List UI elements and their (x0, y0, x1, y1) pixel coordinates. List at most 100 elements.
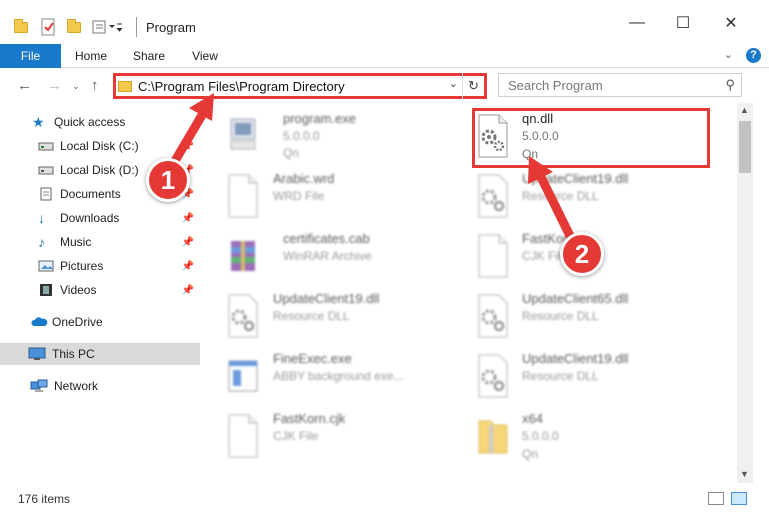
new-folder-icon[interactable] (67, 16, 81, 38)
pictures-icon (38, 259, 54, 273)
customize-toolbar-icon[interactable] (92, 16, 122, 38)
file-detail: Resource DLL (522, 369, 599, 383)
file-item[interactable]: FineExec.exe ABBY background exe... (225, 349, 470, 405)
sidebar-item-downloads[interactable]: ↓ Downloads 📌 (0, 207, 200, 229)
address-bar[interactable]: C:\Program Files\Program Directory ⌄ ↻ (113, 73, 487, 99)
large-icons-view-icon[interactable] (731, 492, 747, 505)
sidebar-item-quick-access[interactable]: ★ Quick access (0, 111, 200, 133)
expand-ribbon-icon[interactable]: ⌄ (724, 48, 733, 61)
forward-arrow-icon[interactable]: → (47, 77, 62, 94)
tab-share[interactable]: Share (124, 44, 174, 68)
network-icon (30, 379, 48, 393)
pin-icon[interactable]: 📌 (182, 237, 194, 248)
file-detail: WinRAR Archive (283, 249, 372, 263)
sidebar-item-this-pc[interactable]: This PC (0, 343, 200, 365)
sidebar-item-local-disk-c[interactable]: Local Disk (C:) 📌 (0, 135, 200, 157)
search-placeholder: Search Program (508, 78, 603, 93)
close-button[interactable]: ✕ (708, 8, 754, 38)
exe-window-icon (228, 360, 258, 392)
drive-icon (38, 163, 54, 177)
minimize-button[interactable]: — (614, 8, 660, 38)
file-item[interactable]: FastKorn.cjk CJK File (225, 409, 470, 465)
zip-folder-icon (478, 420, 508, 454)
sidebar-item-label: Local Disk (D:) (60, 163, 139, 177)
file-detail: CJK File (273, 429, 319, 443)
tab-view[interactable]: View (180, 44, 230, 68)
search-input[interactable]: Search Program ⚲ (498, 73, 742, 97)
sidebar-item-onedrive[interactable]: OneDrive (0, 311, 200, 333)
winrar-archive-icon (231, 241, 255, 271)
sidebar-item-label: Downloads (60, 211, 120, 225)
recent-locations-icon[interactable]: ⌄ (72, 81, 80, 92)
address-dropdown-icon[interactable]: ⌄ (449, 77, 458, 90)
maximize-button[interactable]: ☐ (660, 8, 706, 38)
pin-icon[interactable]: 📌 (182, 285, 194, 296)
title-bar: Program — ☐ ✕ (0, 0, 769, 44)
sidebar-item-label: This PC (52, 347, 95, 361)
dll-gear-icon (228, 294, 258, 338)
refresh-icon[interactable]: ↻ (462, 73, 484, 99)
folder-icon (14, 16, 28, 38)
dll-gear-icon (478, 294, 508, 338)
file-name: program.exe (283, 111, 356, 126)
pin-icon[interactable]: 📌 (182, 213, 194, 224)
file-detail: Qn (283, 146, 300, 160)
file-detail: ABBY background exe... (273, 369, 404, 383)
file-name: UpdateClient19.dll (522, 171, 629, 186)
file-name: certificates.cab (283, 231, 370, 246)
back-arrow-icon[interactable]: ← (17, 77, 32, 94)
file-name: x64 (522, 411, 543, 426)
address-path[interactable]: C:\Program Files\Program Directory (138, 79, 345, 94)
sidebar-item-network[interactable]: Network (0, 375, 200, 397)
file-item[interactable]: UpdateClient65.dll Resource DLL (475, 289, 720, 345)
title-divider (136, 17, 137, 37)
file-item[interactable]: UpdateClient19.dll Resource DLL (225, 289, 470, 345)
sidebar-item-label: Local Disk (C:) (60, 139, 139, 153)
file-detail: WRD File (273, 189, 325, 203)
file-detail: Resource DLL (522, 309, 599, 323)
properties-icon[interactable] (40, 16, 56, 38)
sidebar-item-label: Documents (60, 187, 121, 201)
item-count: 176 items (18, 492, 71, 506)
vertical-scrollbar[interactable]: ▲ ▼ (737, 103, 753, 483)
status-bar: 176 items (0, 486, 769, 520)
drive-icon (38, 139, 54, 153)
tab-file[interactable]: File (0, 44, 61, 68)
pin-icon[interactable]: 📌 (182, 261, 194, 272)
file-item[interactable]: UpdateClient19.dll Resource DLL (475, 169, 720, 225)
file-item[interactable]: Arabic.wrd WRD File (225, 169, 470, 225)
sidebar-item-pictures[interactable]: Pictures 📌 (0, 255, 200, 277)
file-detail: Qn (522, 447, 539, 461)
file-name: FastKorn.cjk (273, 411, 346, 426)
folder-icon (118, 80, 132, 92)
file-name: UpdateClient65.dll (522, 291, 629, 306)
up-arrow-icon[interactable]: ↑ (91, 77, 99, 94)
file-name: UpdateClient19.dll (273, 291, 380, 306)
file-name: FineExec.exe (273, 351, 352, 366)
computer-icon (28, 347, 46, 361)
scroll-up-icon[interactable]: ▲ (740, 105, 749, 115)
download-arrow-icon: ↓ (38, 210, 45, 226)
file-detail: 5.0.0.0 (522, 429, 559, 443)
search-icon[interactable]: ⚲ (725, 77, 735, 93)
music-note-icon: ♪ (38, 234, 45, 250)
file-detail: Resource DLL (522, 189, 599, 203)
sidebar-item-videos[interactable]: Videos 📌 (0, 279, 200, 301)
window-title: Program (146, 20, 196, 35)
help-icon[interactable]: ? (746, 48, 761, 63)
file-item[interactable]: UpdateClient19.dll Resource DLL (475, 349, 720, 405)
sidebar-item-label: Pictures (60, 259, 104, 273)
callout-badge-2: 2 (560, 232, 604, 276)
documents-icon (38, 187, 54, 201)
file-item[interactable]: x64 5.0.0.0 Qn (475, 409, 720, 465)
sidebar-item-music[interactable]: ♪ Music 📌 (0, 231, 200, 253)
scroll-thumb[interactable] (739, 121, 751, 173)
cloud-icon (30, 315, 48, 329)
file-item[interactable]: certificates.cab WinRAR Archive (225, 229, 470, 285)
details-view-icon[interactable] (708, 492, 724, 505)
scroll-down-icon[interactable]: ▼ (740, 469, 749, 479)
tab-home[interactable]: Home (66, 44, 116, 68)
file-item[interactable]: program.exe 5.0.0.0 Qn (225, 109, 470, 165)
sidebar-item-label: Quick access (54, 115, 126, 129)
pin-icon[interactable]: 📌 (182, 141, 194, 152)
